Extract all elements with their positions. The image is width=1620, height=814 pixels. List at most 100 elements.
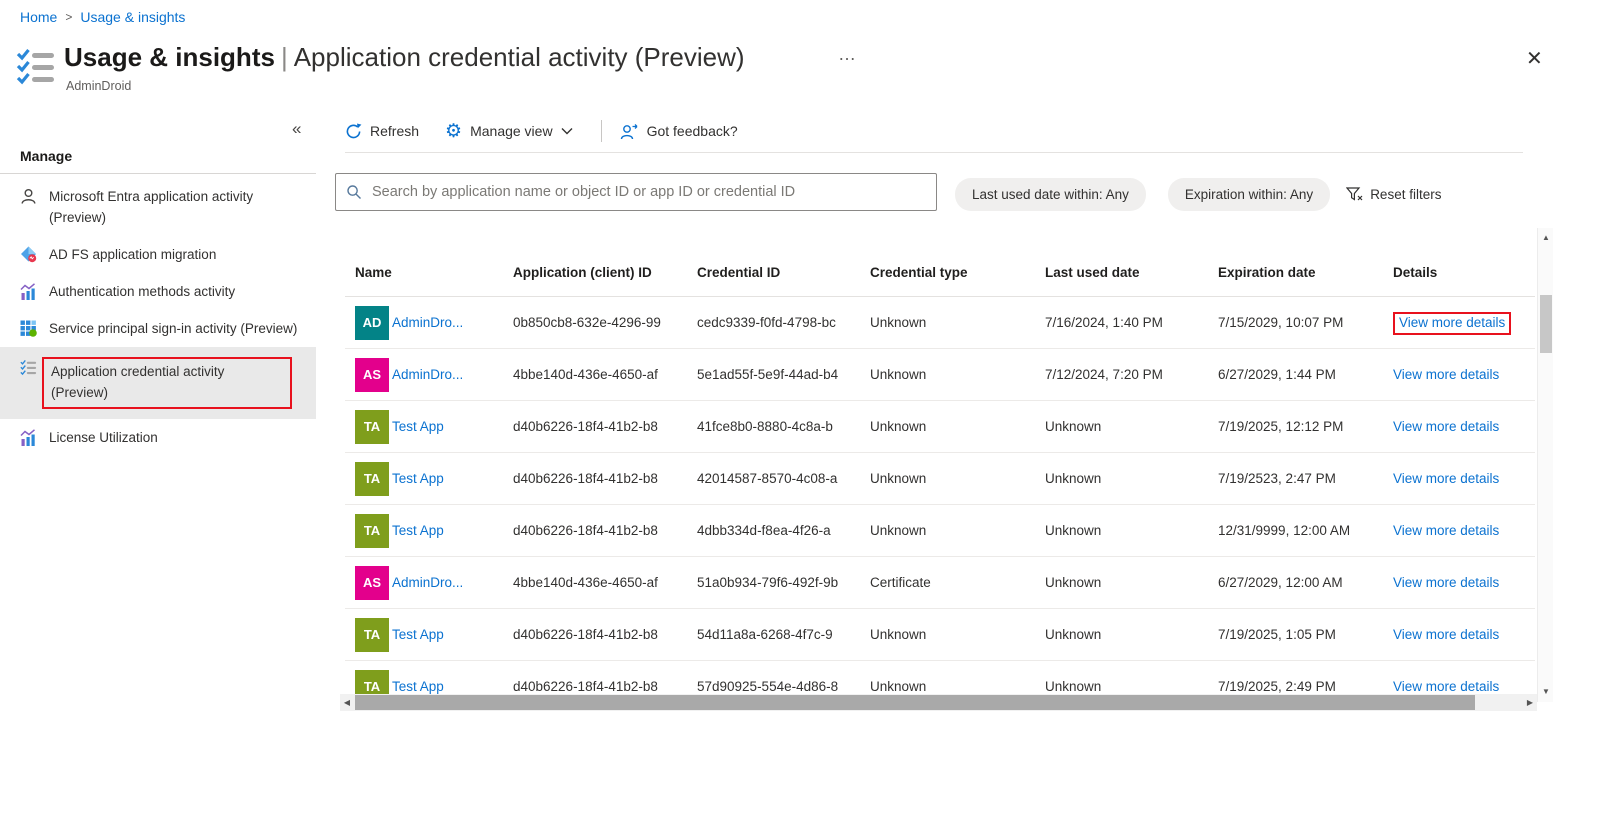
app-name-link[interactable]: Test App: [392, 679, 444, 694]
avatar: AS: [355, 565, 389, 600]
gear-icon: ⚙: [445, 120, 463, 142]
scroll-right-icon[interactable]: ▶: [1523, 694, 1537, 711]
page-title: Usage & insights | Application credential …: [64, 42, 745, 73]
app-name-link[interactable]: Test App: [392, 523, 444, 538]
credential-type-cell: Unknown: [870, 367, 927, 382]
table-row[interactable]: TA Test App d40b6226-18f4-41b2-b8 57d909…: [345, 661, 1535, 694]
credential-id-cell: cedc9339-f0fd-4798-bc: [697, 315, 836, 330]
application-id-cell: d40b6226-18f4-41b2-b8: [513, 679, 658, 694]
last-used-date-cell: Unknown: [1045, 679, 1102, 694]
more-options-icon[interactable]: …: [838, 44, 857, 65]
scroll-left-icon[interactable]: ◀: [340, 694, 354, 711]
manage-view-button[interactable]: ⚙ Manage view: [445, 120, 573, 142]
table-row[interactable]: AS AdminDro... 4bbe140d-436e-4650-af 5e1…: [345, 349, 1535, 401]
app-name-link[interactable]: Test App: [392, 627, 444, 642]
bar-chart-icon: [20, 429, 37, 446]
expiration-date-cell: 6/27/2029, 12:00 AM: [1218, 575, 1343, 590]
view-more-details-link[interactable]: View more details: [1393, 367, 1499, 382]
collapse-sidebar-icon[interactable]: «: [292, 119, 301, 139]
column-header-application-id[interactable]: Application (client) ID: [513, 265, 697, 280]
credential-type-cell: Certificate: [870, 575, 931, 590]
scroll-up-icon[interactable]: ▲: [1538, 230, 1554, 246]
view-more-details-link[interactable]: View more details: [1393, 419, 1499, 434]
credential-type-cell: Unknown: [870, 315, 927, 330]
application-id-cell: 4bbe140d-436e-4650-af: [513, 575, 658, 590]
refresh-button[interactable]: Refresh: [345, 123, 419, 140]
application-id-cell: d40b6226-18f4-41b2-b8: [513, 419, 658, 434]
app-name-link[interactable]: AdminDro...: [392, 367, 463, 382]
app-name-link[interactable]: AdminDro...: [392, 575, 463, 590]
person-icon: [20, 188, 37, 205]
search-input[interactable]: [372, 184, 926, 200]
vertical-scrollbar-thumb[interactable]: [1540, 295, 1552, 353]
breadcrumb-home-link[interactable]: Home: [20, 9, 57, 25]
column-header-expiration-date[interactable]: Expiration date: [1218, 265, 1393, 280]
scroll-down-icon[interactable]: ▼: [1538, 684, 1554, 700]
view-more-details-link[interactable]: View more details: [1393, 575, 1499, 590]
view-more-details-link[interactable]: View more details: [1393, 627, 1499, 642]
avatar: AS: [355, 357, 389, 392]
sidebar-item-entra-application-activity[interactable]: Microsoft Entra application activity (Pr…: [0, 178, 316, 236]
manage-view-label: Manage view: [470, 123, 553, 139]
last-used-date-cell: 7/16/2024, 1:40 PM: [1045, 315, 1163, 330]
feedback-icon: [620, 123, 639, 140]
app-name-link[interactable]: AdminDro...: [392, 315, 463, 330]
column-header-details[interactable]: Details: [1393, 265, 1535, 280]
bar-chart-icon: [20, 283, 37, 300]
table-row[interactable]: TA Test App d40b6226-18f4-41b2-b8 41fce8…: [345, 401, 1535, 453]
expiration-date-cell: 6/27/2029, 1:44 PM: [1218, 367, 1336, 382]
sidebar-item-license-utilization[interactable]: License Utilization: [0, 419, 316, 456]
last-used-date-filter-pill[interactable]: Last used date within: Any: [955, 178, 1146, 211]
credential-type-cell: Unknown: [870, 419, 927, 434]
last-used-date-cell: Unknown: [1045, 523, 1102, 538]
table-row[interactable]: AD AdminDro... 0b850cb8-632e-4296-99 ced…: [345, 297, 1535, 349]
table-row[interactable]: AS AdminDro... 4bbe140d-436e-4650-af 51a…: [345, 557, 1535, 609]
avatar: TA: [355, 617, 389, 652]
feedback-label: Got feedback?: [646, 123, 738, 139]
sidebar-item-adfs-migration[interactable]: AD FS application migration: [0, 236, 316, 273]
table-row[interactable]: TA Test App d40b6226-18f4-41b2-b8 420145…: [345, 453, 1535, 505]
credential-type-cell: Unknown: [870, 471, 927, 486]
sidebar-item-application-credential-activity[interactable]: Application credential activity (Preview…: [0, 347, 316, 419]
view-more-details-link[interactable]: View more details: [1399, 315, 1505, 330]
sidebar-item-label: Service principal sign-in activity (Prev…: [49, 321, 298, 336]
credential-type-cell: Unknown: [870, 627, 927, 642]
close-icon[interactable]: ✕: [1526, 46, 1543, 71]
chevron-down-icon: [561, 127, 573, 135]
tenant-name: AdminDroid: [66, 79, 132, 93]
sidebar-section-title: Manage: [20, 148, 73, 164]
credential-id-cell: 51a0b934-79f6-492f-9b: [697, 575, 839, 590]
expiration-date-cell: 7/15/2029, 10:07 PM: [1218, 315, 1344, 330]
application-id-cell: d40b6226-18f4-41b2-b8: [513, 523, 658, 538]
expiration-filter-pill[interactable]: Expiration within: Any: [1167, 178, 1331, 211]
column-header-credential-type[interactable]: Credential type: [870, 265, 1045, 280]
credential-id-cell: 42014587-8570-4c08-a: [697, 471, 838, 486]
got-feedback-button[interactable]: Got feedback?: [620, 123, 738, 140]
reset-filters-button[interactable]: Reset filters: [1346, 187, 1441, 202]
last-used-date-cell: Unknown: [1045, 575, 1102, 590]
app-name-link[interactable]: Test App: [392, 419, 444, 434]
expiration-date-cell: 7/19/2025, 1:05 PM: [1218, 627, 1336, 642]
table-row[interactable]: TA Test App d40b6226-18f4-41b2-b8 4dbb33…: [345, 505, 1535, 557]
sidebar-item-service-principal-signin[interactable]: Service principal sign-in activity (Prev…: [0, 310, 316, 347]
app-name-link[interactable]: Test App: [392, 471, 444, 486]
toolbar-divider: [345, 152, 1523, 153]
view-more-details-link[interactable]: View more details: [1393, 471, 1499, 486]
credential-id-cell: 41fce8b0-8880-4c8a-b: [697, 419, 833, 434]
view-more-details-link[interactable]: View more details: [1393, 679, 1499, 694]
column-header-name[interactable]: Name: [345, 265, 513, 280]
column-header-last-used-date[interactable]: Last used date: [1045, 265, 1218, 280]
horizontal-scrollbar-thumb[interactable]: [355, 695, 1475, 710]
sidebar-item-label: License Utilization: [49, 430, 158, 445]
table-row[interactable]: TA Test App d40b6226-18f4-41b2-b8 54d11a…: [345, 609, 1535, 661]
breadcrumb-usage-insights-link[interactable]: Usage & insights: [80, 9, 185, 25]
view-more-details-link[interactable]: View more details: [1393, 523, 1499, 538]
sidebar-item-authentication-methods-activity[interactable]: Authentication methods activity: [0, 273, 316, 310]
checklist-icon: [20, 359, 37, 376]
column-header-credential-id[interactable]: Credential ID: [697, 265, 870, 280]
avatar: TA: [355, 461, 389, 496]
page-title-separator: |: [280, 42, 288, 72]
vertical-scrollbar[interactable]: ▲ ▼: [1537, 228, 1553, 702]
application-id-cell: 4bbe140d-436e-4650-af: [513, 367, 658, 382]
horizontal-scrollbar[interactable]: ◀ ▶: [340, 694, 1537, 711]
